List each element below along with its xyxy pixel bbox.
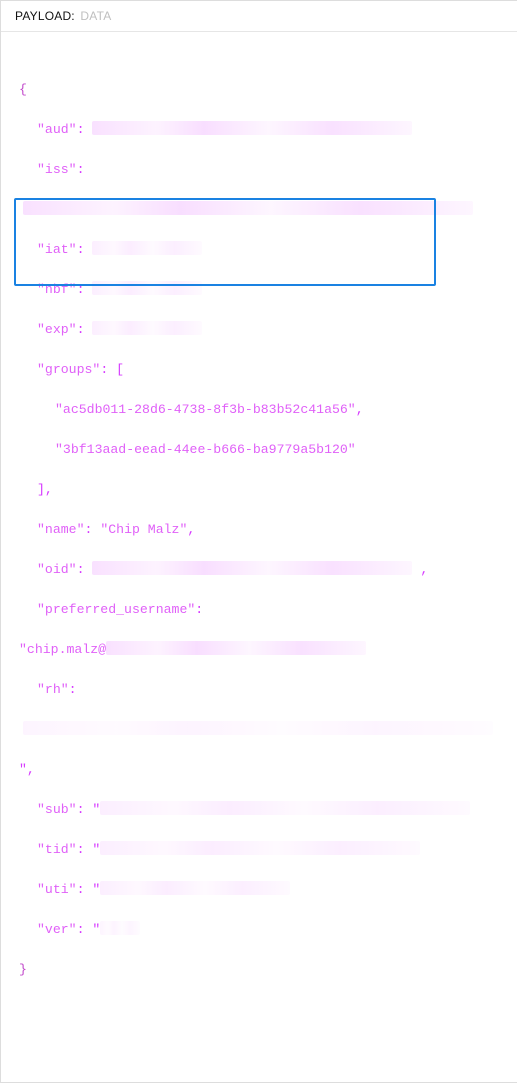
redacted-value [100,801,470,815]
groups-value-1: "ac5db011-28d6-4738-8f3b-b83b52c41a56" [55,402,356,417]
redacted-value [23,721,493,735]
header-label: PAYLOAD: [15,9,75,23]
redacted-value [100,921,140,935]
header-sublabel: DATA [80,9,111,23]
groups-open-line: "groups": [ [19,360,499,380]
key-rh: "rh" [37,682,69,697]
key-ver: "ver" [37,922,77,937]
key-uti: "uti" [37,882,77,897]
key-oid: "oid" [37,562,77,577]
key-aud: "aud" [37,122,77,137]
panel-header: PAYLOAD: DATA [1,1,517,32]
redacted-value [92,121,412,135]
key-nbf: "nbf" [37,282,77,297]
key-groups: "groups" [37,362,100,377]
redacted-value [100,841,420,855]
key-sub: "sub" [37,802,77,817]
value-preferred-username-prefix: "chip.malz@ [19,642,106,657]
key-iat: "iat" [37,242,77,257]
open-brace: { [19,82,27,97]
redacted-value [23,201,473,215]
key-tid: "tid" [37,842,77,857]
redacted-value [92,241,202,255]
redacted-value [92,281,202,295]
redacted-value [100,881,290,895]
redacted-value [92,321,202,335]
redacted-value [92,561,412,575]
value-name: "Chip Malz" [100,522,187,537]
close-brace: } [19,962,27,977]
groups-value-2: "3bf13aad-eead-44ee-b666-ba9779a5b120" [55,442,356,457]
key-preferred-username: "preferred_username" [37,602,195,617]
groups-close-line: ], [19,480,499,500]
key-name: "name" [37,522,84,537]
redacted-value [106,641,366,655]
json-code-block: { "aud": "iss": "iat": "nbf": "exp": "gr… [1,32,517,1082]
key-exp: "exp" [37,322,77,337]
key-iss: "iss" [37,162,77,177]
payload-panel: PAYLOAD: DATA { "aud": "iss": "iat": "nb… [0,0,517,1083]
